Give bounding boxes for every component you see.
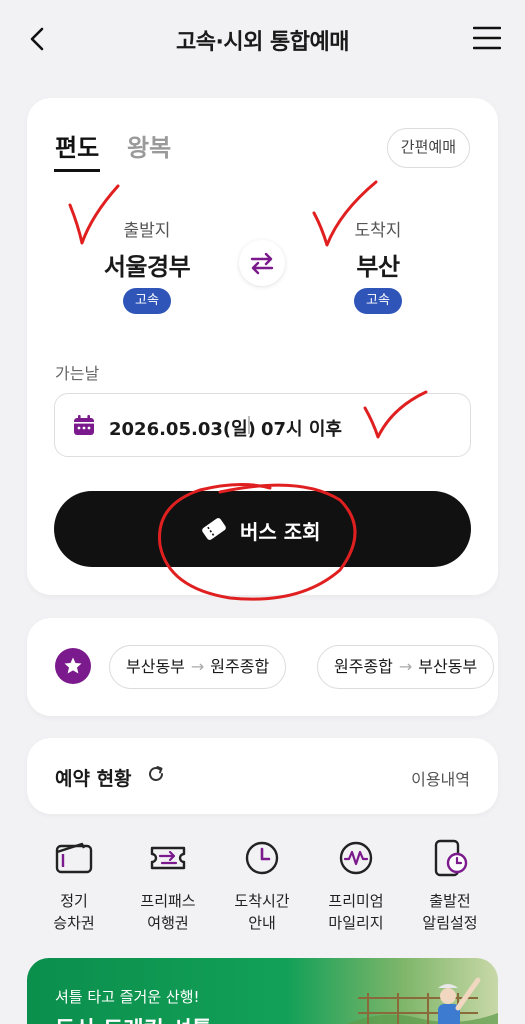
refresh-icon[interactable] [147, 765, 165, 783]
hiker-illustration [346, 977, 498, 1024]
quick-menu-arrival-time[interactable]: 도착시간 안내 [222, 836, 302, 934]
date-label: 가는날 [55, 364, 100, 383]
departure-bus-type-badge: 고속 [123, 288, 171, 314]
booking-card: 편도 왕복 간편예매 출발지 서울경부 고속 도착지 부산 고속 가는날 202… [27, 98, 498, 595]
favorite-routes-card: 부산동부 → 원주종합 원주종합 → 부산동부 [27, 618, 498, 716]
departure-name: 서울경부 [103, 253, 191, 281]
phone-alarm-icon [434, 839, 468, 877]
quick-menu-departure-alarm[interactable]: 출발전 알림설정 [410, 836, 490, 934]
arrival-selector[interactable]: 도착지 부산 고속 [303, 216, 453, 314]
arrival-label: 도착지 [354, 221, 402, 241]
quick-booking-button[interactable]: 간편예매 [386, 128, 470, 168]
date-value: 2026.05.03(일) [109, 419, 256, 440]
promo-banner[interactable]: 셔틀 타고 즐거운 산행! 등산 트레킹 셔틀 [27, 958, 498, 1024]
clock-icon [245, 841, 279, 875]
banner-subtitle: 셔틀 타고 즐거운 산행! [55, 988, 200, 1006]
page-title: 고속·시외 통합예매 [176, 30, 349, 55]
reservation-status-card[interactable]: 예약 현황 이용내역 [27, 738, 498, 814]
arrival-name: 부산 [356, 253, 400, 281]
route-to: 부산동부 [418, 657, 478, 676]
quick-menu-commuter-pass[interactable]: 정기 승차권 [34, 836, 114, 934]
calendar-icon [74, 415, 94, 435]
banner-title: 등산 트레킹 셔틀 [55, 1012, 212, 1024]
favorite-route-chip[interactable]: 원주종합 → 부산동부 [317, 645, 495, 689]
route-from: 원주종합 [334, 657, 393, 676]
usage-history-link[interactable]: 이용내역 [411, 766, 470, 790]
departure-selector[interactable]: 출발지 서울경부 고속 [72, 216, 222, 314]
mileage-icon [339, 841, 373, 875]
quick-menu-label: 도착시간 안내 [234, 892, 290, 932]
quick-menu-label: 프리패스 여행권 [140, 892, 196, 932]
departure-label: 출발지 [123, 221, 171, 241]
swap-arrows-icon [250, 252, 274, 275]
ticket-icon [202, 518, 226, 540]
menu-button[interactable] [472, 25, 502, 51]
route-from: 부산동부 [126, 657, 185, 676]
date-time-divider [248, 416, 250, 434]
pass-icon [150, 846, 186, 870]
wallet-icon [55, 842, 93, 874]
tab-roundtrip[interactable]: 왕복 [127, 128, 171, 163]
quick-menu-label: 출발전 알림설정 [422, 892, 478, 932]
favorites-star-icon [55, 648, 91, 684]
route-arrow: → [190, 657, 205, 676]
search-bus-label: 버스 조회 [240, 520, 321, 544]
favorite-route-chip[interactable]: 부산동부 → 원주종합 [109, 645, 287, 689]
quick-menu-label: 정기 승차권 [53, 892, 95, 932]
quick-menu-freepass[interactable]: 프리패스 여행권 [128, 836, 208, 934]
route-to: 원주종합 [210, 657, 270, 676]
time-value: 07시 이후 [261, 419, 342, 440]
hamburger-icon [472, 26, 502, 50]
route-arrow: → [398, 657, 413, 676]
app-header: 고속·시외 통합예매 [0, 0, 525, 80]
swap-stations-button[interactable] [239, 240, 285, 286]
arrival-bus-type-badge: 고속 [354, 288, 402, 314]
quick-menu-mileage[interactable]: 프리미엄 마일리지 [316, 836, 396, 934]
quick-menu: 정기 승차권 프리패스 여행권 도착시간 안내 프리미엄 마일리지 출발전 알림설정 [0, 836, 525, 946]
search-bus-button[interactable]: 버스 조회 [54, 491, 471, 567]
reservation-status-title: 예약 현황 [55, 768, 132, 790]
tab-active-indicator [54, 169, 100, 172]
quick-menu-label: 프리미엄 마일리지 [328, 892, 384, 932]
date-time-field[interactable]: 2026.05.03(일) 07시 이후 [54, 393, 471, 457]
tab-oneway[interactable]: 편도 [55, 128, 99, 163]
